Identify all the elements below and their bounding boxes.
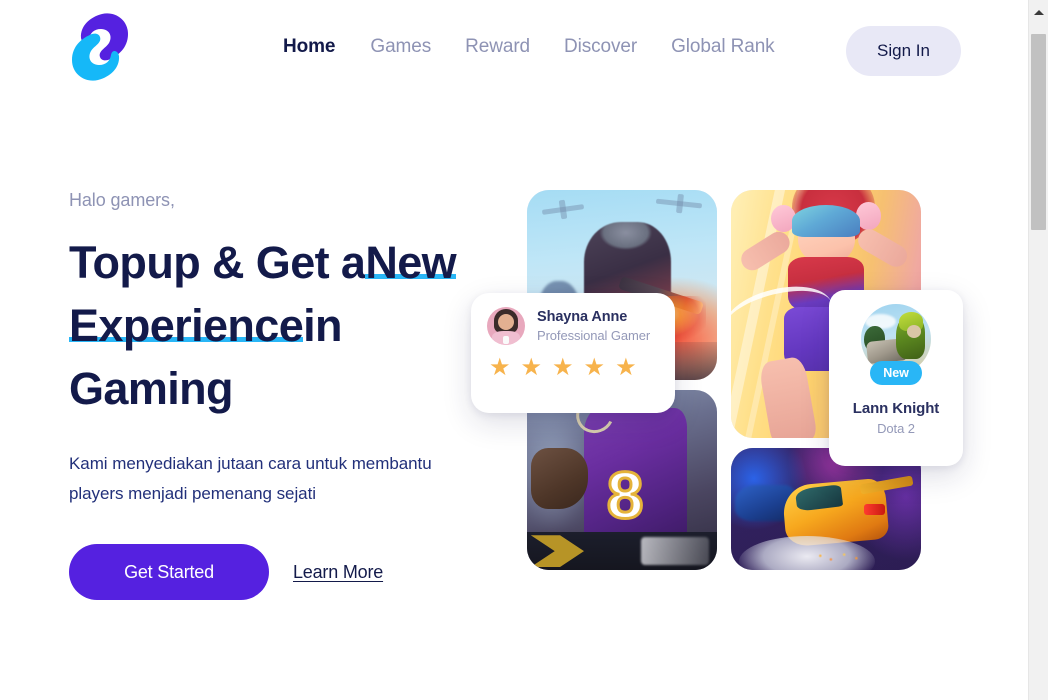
testimonial-identity: Shayna Anne Professional Gamer [537,308,650,345]
sparq-logo-icon[interactable] [68,10,132,84]
site-header: Home Games Reward Discover Global Rank S… [0,0,1028,100]
hero-cta-row: Get Started Learn More [69,544,489,600]
headline-part-1: Topup & Get a [69,237,366,288]
football-artwork: 8 [527,390,717,570]
game-tile-football[interactable]: 8 [527,390,717,570]
hero-copy: Halo gamers, Topup & Get aNew Experience… [69,190,489,600]
vertical-scrollbar[interactable] [1028,0,1048,700]
page-viewport: Home Games Reward Discover Global Rank S… [0,0,1028,700]
nav-item-discover[interactable]: Discover [564,36,671,58]
scroll-up-arrow-icon[interactable] [1029,0,1048,24]
browser-page: Home Games Reward Discover Global Rank S… [0,0,1048,700]
star-icon-5: ★ [615,354,637,381]
main-navigation: Home Games Reward Discover Global Rank [283,36,809,58]
nav-item-games[interactable]: Games [370,36,465,58]
testimonial-header: Shayna Anne Professional Gamer [487,307,659,345]
testimonial-card[interactable]: Shayna Anne Professional Gamer ★ ★ ★ ★ ★ [471,293,675,413]
nav-item-reward[interactable]: Reward [465,36,564,58]
hero-eyebrow: Halo gamers, [69,190,175,210]
game-card-title: Lann Knight [852,400,940,417]
star-rating: ★ ★ ★ ★ ★ [487,356,659,380]
hero-headline: Topup & Get aNew Experiencein Gaming [69,231,499,420]
scrollbar-thumb[interactable] [1031,34,1046,230]
testimonial-name: Shayna Anne [537,308,628,325]
learn-more-link[interactable]: Learn More [293,562,383,583]
get-started-button[interactable]: Get Started [69,544,269,600]
star-icon-4: ★ [583,354,606,381]
avatar [487,307,525,345]
testimonial-role: Professional Gamer [537,327,651,343]
featured-game-card[interactable]: New Lann Knight Dota 2 [829,290,963,466]
game-card-subtitle: Dota 2 [877,421,915,436]
nav-item-global-rank[interactable]: Global Rank [671,36,808,58]
star-icon-1: ★ [489,354,511,381]
new-badge: New [870,361,922,385]
nav-item-home[interactable]: Home [283,36,370,58]
racing-artwork [731,448,921,570]
sign-in-button[interactable]: Sign In [846,26,961,76]
hero-subtext: Kami menyediakan jutaan cara untuk memba… [69,449,489,509]
hero-subtext-line-2: players menjadi pemenang sejati [69,484,316,503]
star-icon-2: ★ [520,354,543,381]
game-tile-racing[interactable] [731,448,921,570]
hero-subtext-line-1: Kami menyediakan jutaan cara untuk memba… [69,454,432,473]
star-icon-3: ★ [552,354,574,381]
